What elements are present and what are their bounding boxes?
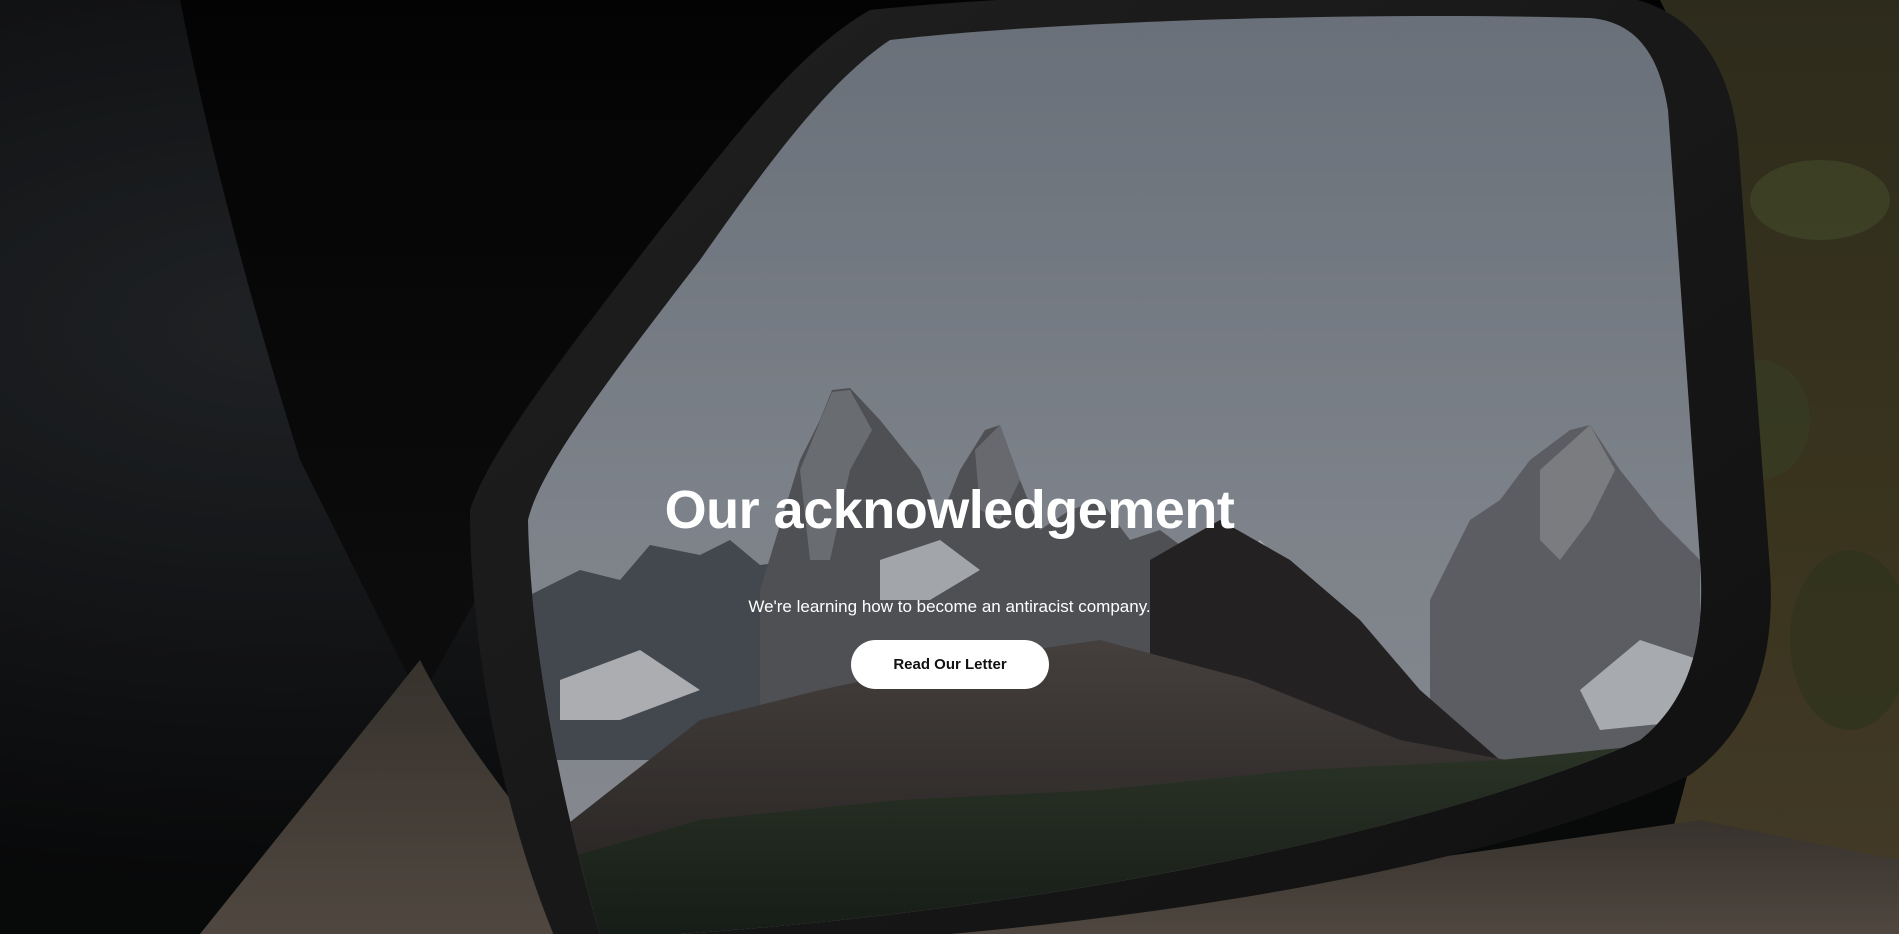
hero-content: Our acknowledgement We're learning how t… [0,0,1899,934]
hero-section: Our acknowledgement We're learning how t… [0,0,1899,934]
hero-subtitle: We're learning how to become an antiraci… [748,597,1151,616]
read-our-letter-button[interactable]: Read Our Letter [851,640,1049,689]
hero-title: Our acknowledgement [664,480,1235,540]
